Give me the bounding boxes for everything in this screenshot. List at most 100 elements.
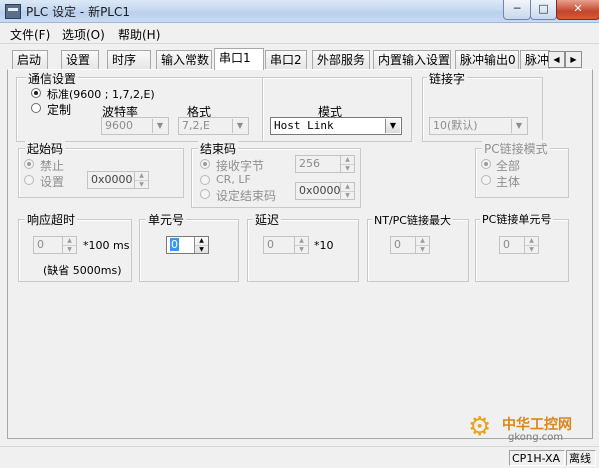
pc-link-unit-legend: PC链接单元号 xyxy=(480,211,554,227)
chevron-down-icon: ▼ xyxy=(511,119,526,133)
baud-rate-select[interactable]: 9600 ▼ xyxy=(101,117,169,135)
response-timeout-spinbox[interactable]: 0 ▲ ▼ xyxy=(33,236,77,254)
radio-standard-label: 标准(9600 ; 1,7,2,E) xyxy=(47,88,155,101)
end-code-value: 0x0000 xyxy=(299,184,341,197)
receive-bytes-spinbox[interactable]: 256 ▲ ▼ xyxy=(295,155,355,173)
tab-pulse-truncated[interactable]: 脉冲 xyxy=(520,50,550,69)
radio-custom-label: 定制 xyxy=(47,103,72,117)
start-code-legend: 起始码 xyxy=(25,140,66,157)
comm-settings-legend: 通信设置 xyxy=(26,70,79,87)
start-code-spin[interactable]: ▲ ▼ xyxy=(134,172,148,188)
tab-scroll-right-icon[interactable]: ▶ xyxy=(565,51,582,68)
response-timeout-unit: *100 ms xyxy=(83,239,130,252)
tab-startup[interactable]: 启动 xyxy=(12,50,48,69)
delay-spinbox[interactable]: 0 ▲ ▼ xyxy=(263,236,309,254)
spin-down-icon[interactable]: ▼ xyxy=(195,245,208,253)
link-word-select[interactable]: 10(默认) ▼ xyxy=(429,117,528,135)
radio-set-end-code[interactable] xyxy=(200,189,210,199)
spin-up-icon[interactable]: ▲ xyxy=(63,237,76,245)
radio-start-set[interactable] xyxy=(24,175,34,185)
format-select[interactable]: 7,2,E ▼ xyxy=(178,117,249,135)
response-timeout-spin[interactable]: ▲ ▼ xyxy=(62,237,76,253)
tab-scroll-left-icon[interactable]: ◀ xyxy=(548,51,565,68)
gear-icon: ⚙ xyxy=(468,412,492,442)
pc-link-unit-value: 0 xyxy=(503,238,510,251)
receive-bytes-value: 256 xyxy=(299,157,320,170)
end-code-spin[interactable]: ▲ ▼ xyxy=(340,183,354,199)
link-word-legend: 链接字 xyxy=(427,70,468,87)
tab-serial-port-1[interactable]: 串口1 xyxy=(214,48,264,70)
spin-up-icon[interactable]: ▲ xyxy=(525,237,538,245)
nt-pc-link-max-spinbox[interactable]: 0 ▲ ▼ xyxy=(390,236,430,254)
nt-pc-link-max-value: 0 xyxy=(394,238,401,251)
radio-pc-link-master-label: 主体 xyxy=(496,175,521,189)
spin-up-icon[interactable]: ▲ xyxy=(416,237,429,245)
spin-down-icon[interactable]: ▼ xyxy=(341,164,354,172)
chevron-down-icon: ▼ xyxy=(232,119,247,133)
radio-set-end-code-label: 设定结束码 xyxy=(216,189,277,203)
minimize-button[interactable]: ─ xyxy=(503,0,531,20)
menu-help[interactable]: 帮助(H) xyxy=(118,26,160,43)
link-word-value: 10(默认) xyxy=(433,119,478,132)
plc-app-icon[interactable] xyxy=(5,4,21,19)
tab-builtin-input[interactable]: 内置输入设置 xyxy=(373,50,451,69)
watermark-text: 中华工控网 xyxy=(502,417,572,433)
response-timeout-default: (缺省 5000ms) xyxy=(43,264,122,277)
chevron-down-icon: ▼ xyxy=(152,119,167,133)
spin-up-icon[interactable]: ▲ xyxy=(195,237,208,245)
spin-up-icon[interactable]: ▲ xyxy=(135,172,148,180)
format-value: 7,2,E xyxy=(182,119,210,132)
radio-crlf-label: CR, LF xyxy=(216,173,251,186)
nt-pc-link-max-spin[interactable]: ▲ ▼ xyxy=(415,237,429,253)
radio-crlf[interactable] xyxy=(200,175,210,185)
menu-options[interactable]: 选项(O) xyxy=(62,26,105,43)
pc-link-mode-legend: PC链接模式 xyxy=(482,140,550,157)
spin-down-icon[interactable]: ▼ xyxy=(525,245,538,253)
spin-up-icon[interactable]: ▲ xyxy=(341,156,354,164)
radio-pc-link-all-label: 全部 xyxy=(496,159,521,173)
unit-number-spin[interactable]: ▲ ▼ xyxy=(194,237,208,253)
delay-unit: *10 xyxy=(314,239,334,252)
radio-pc-link-all[interactable] xyxy=(481,159,491,169)
status-bar: CP1H-XA 离线 xyxy=(0,446,599,468)
delay-value: 0 xyxy=(267,238,274,251)
chevron-down-icon: ▼ xyxy=(385,119,400,133)
spin-up-icon[interactable]: ▲ xyxy=(341,183,354,191)
radio-custom[interactable] xyxy=(31,103,41,113)
response-timeout-legend: 响应超时 xyxy=(25,211,78,228)
pc-link-unit-spinbox[interactable]: 0 ▲ ▼ xyxy=(499,236,539,254)
tab-timing[interactable]: 时序 xyxy=(107,50,151,69)
spin-up-icon[interactable]: ▲ xyxy=(295,237,308,245)
tab-input-constants[interactable]: 输入常数 xyxy=(156,50,212,69)
end-code-spinbox[interactable]: 0x0000 ▲ ▼ xyxy=(295,182,355,200)
tab-serial-port-2[interactable]: 串口2 xyxy=(265,50,307,69)
status-model: CP1H-XA xyxy=(509,450,565,466)
pc-link-unit-spin[interactable]: ▲ ▼ xyxy=(524,237,538,253)
spin-down-icon[interactable]: ▼ xyxy=(295,245,308,253)
radio-receive-bytes[interactable] xyxy=(200,159,210,169)
mode-value: Host Link xyxy=(274,119,334,132)
title-bar[interactable]: PLC 设定 - 新PLC1 ─ □ ✕ xyxy=(0,0,599,23)
start-code-value: 0x0000 xyxy=(91,173,133,186)
watermark-url: gkong.com xyxy=(508,432,564,443)
response-timeout-value: 0 xyxy=(37,238,44,251)
spin-down-icon[interactable]: ▼ xyxy=(416,245,429,253)
start-code-spinbox[interactable]: 0x0000 ▲ ▼ xyxy=(87,171,149,189)
mode-select[interactable]: Host Link ▼ xyxy=(270,117,402,135)
spin-down-icon[interactable]: ▼ xyxy=(135,180,148,188)
radio-pc-link-master[interactable] xyxy=(481,175,491,185)
tab-strip: 启动 设置 时序 输入常数 串口1 串口2 外部服务 内置输入设置 脉冲输出0 … xyxy=(0,48,599,70)
radio-start-disable[interactable] xyxy=(24,159,34,169)
radio-standard[interactable] xyxy=(31,88,41,98)
close-button[interactable]: ✕ xyxy=(556,0,599,20)
spin-down-icon[interactable]: ▼ xyxy=(63,245,76,253)
maximize-button[interactable]: □ xyxy=(530,0,557,20)
tab-settings[interactable]: 设置 xyxy=(61,50,99,69)
unit-number-spinbox[interactable]: 0 ▲ ▼ xyxy=(166,236,209,254)
tab-external-service[interactable]: 外部服务 xyxy=(312,50,370,69)
spin-down-icon[interactable]: ▼ xyxy=(341,191,354,199)
receive-bytes-spin[interactable]: ▲ ▼ xyxy=(340,156,354,172)
delay-spin[interactable]: ▲ ▼ xyxy=(294,237,308,253)
menu-file[interactable]: 文件(F) xyxy=(10,26,50,43)
tab-pulse-output-0[interactable]: 脉冲输出0 xyxy=(455,50,519,69)
